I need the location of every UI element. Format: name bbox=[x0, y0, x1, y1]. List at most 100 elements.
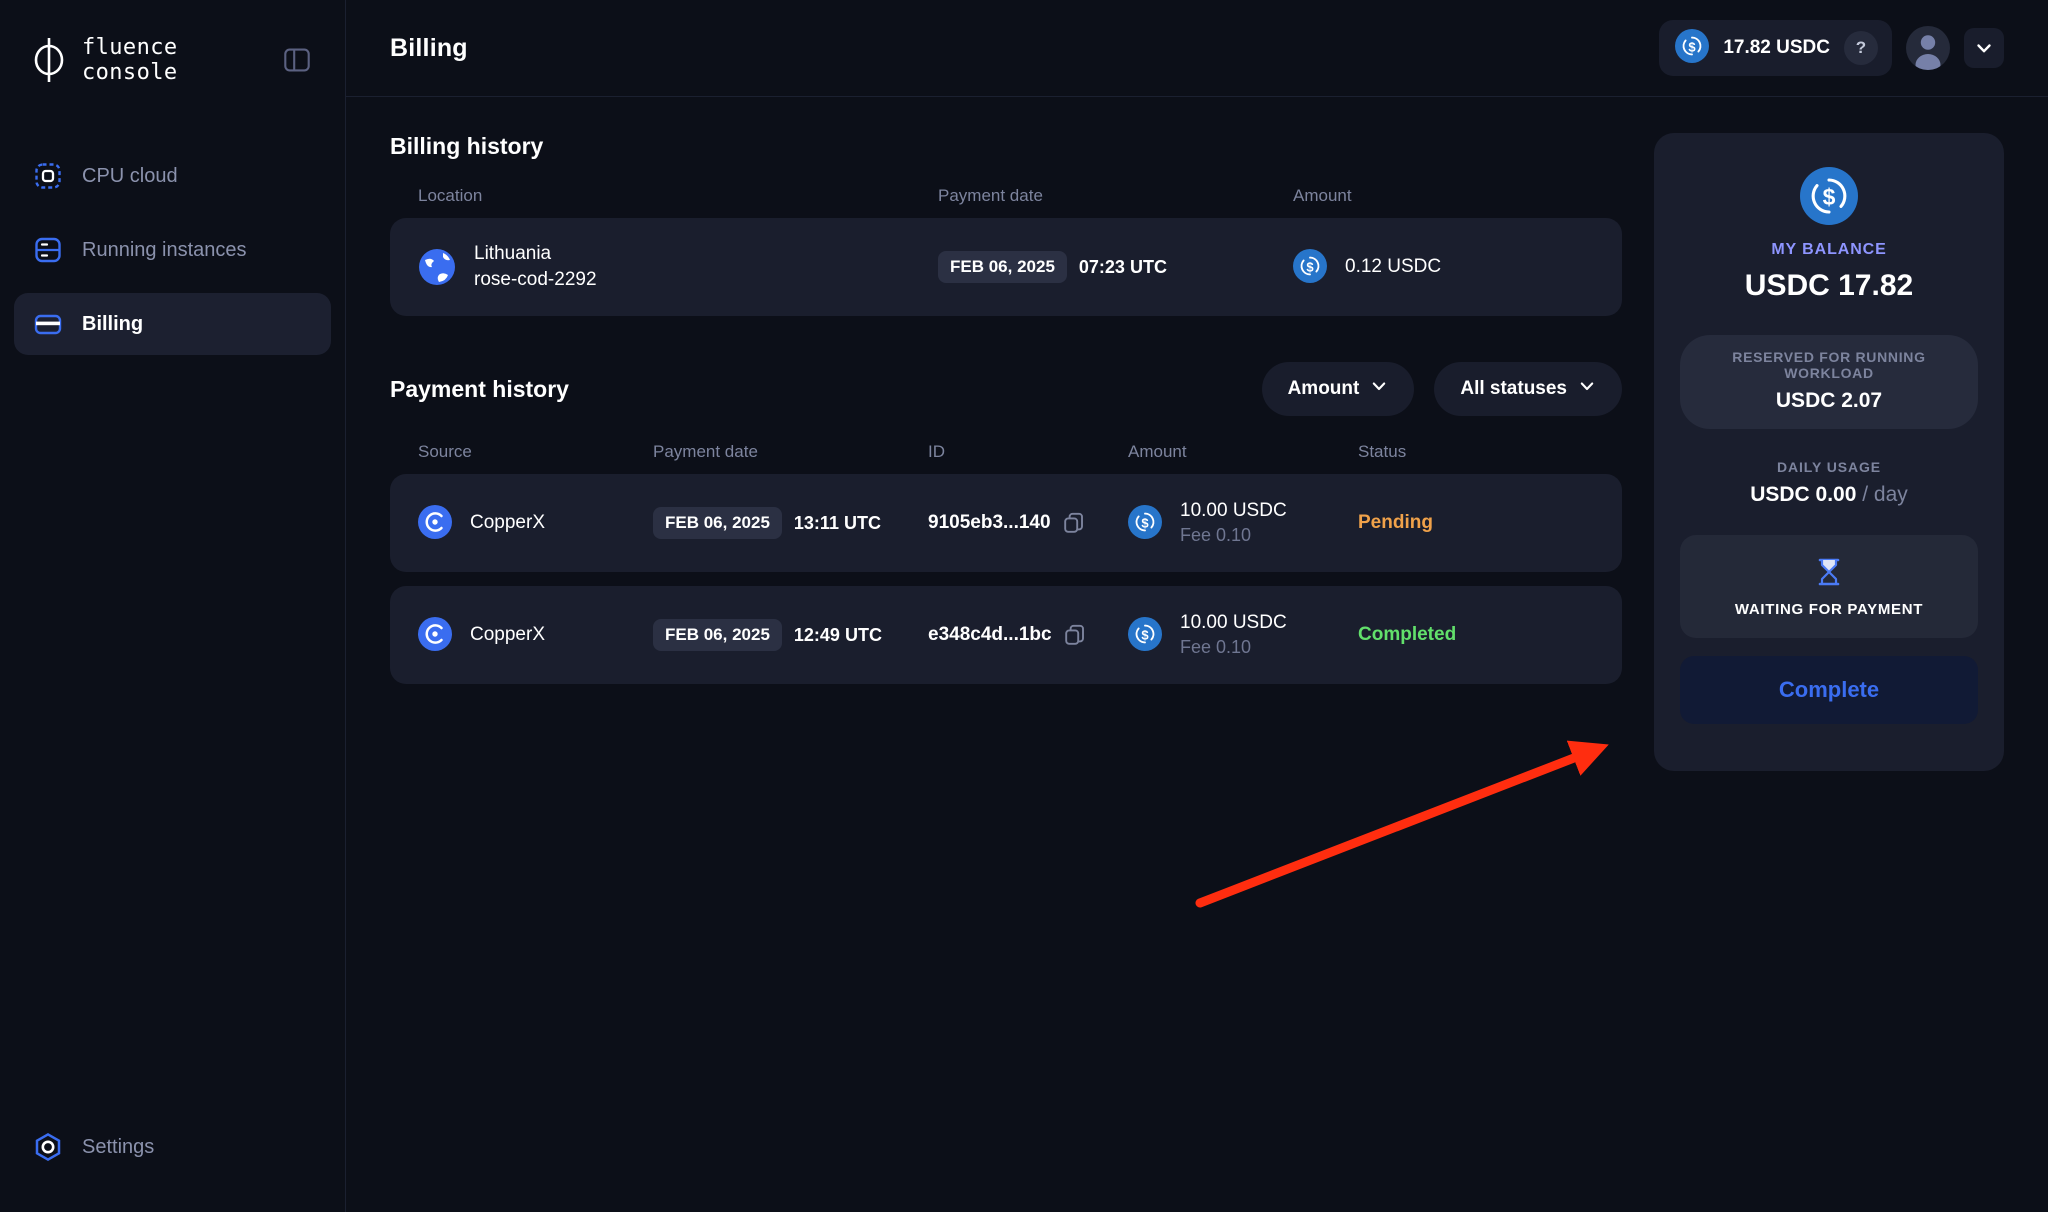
payment-id: 9105eb3...140 bbox=[928, 512, 1051, 534]
amount-stack: 10.00 USDC Fee 0.10 bbox=[1180, 612, 1287, 658]
sidebar: fluence console CPU cloud bbox=[0, 0, 346, 1212]
cpu-chip-icon bbox=[32, 160, 64, 192]
amount-text: 10.00 USDC bbox=[1180, 612, 1287, 634]
balance-pill[interactable]: $ 17.82 USDC ? bbox=[1659, 20, 1892, 76]
usdc-coin-icon: $ bbox=[1128, 505, 1164, 541]
payment-history-title: Payment history bbox=[390, 376, 569, 403]
column-header-location: Location bbox=[418, 186, 938, 206]
hourglass-icon bbox=[1814, 557, 1844, 587]
copy-icon[interactable] bbox=[1064, 624, 1086, 646]
complete-button[interactable]: Complete bbox=[1680, 656, 1978, 724]
time-text: 13:11 UTC bbox=[794, 513, 881, 534]
reserved-box: RESERVED FOR RUNNING WORKLOAD USDC 2.07 bbox=[1680, 335, 1978, 429]
payment-history-head: Payment history Amount bbox=[390, 362, 1622, 416]
cell-source: CopperX bbox=[418, 617, 653, 653]
account-chevron-down-icon[interactable] bbox=[1964, 28, 2004, 68]
copy-icon[interactable] bbox=[1063, 512, 1085, 534]
time-text: 12:49 UTC bbox=[794, 625, 882, 646]
sidebar-item-label: Billing bbox=[82, 313, 143, 336]
status-badge: Pending bbox=[1358, 512, 1433, 534]
payment-filters: Amount All statuses bbox=[1262, 362, 1622, 416]
globe-icon bbox=[418, 248, 456, 286]
filter-amount-label: Amount bbox=[1288, 378, 1360, 400]
balance-value: USDC 17.82 bbox=[1745, 269, 1913, 303]
table-row[interactable]: CopperX FEB 06, 2025 13:11 UTC 9105eb3..… bbox=[390, 474, 1622, 572]
waiting-for-payment-box: WAITING FOR PAYMENT bbox=[1680, 535, 1978, 638]
sidebar-toggle-icon[interactable] bbox=[275, 38, 319, 82]
column-header-payment-date: Payment date bbox=[938, 186, 1293, 206]
reserved-value: USDC 2.07 bbox=[1690, 389, 1968, 413]
topbar-right: $ 17.82 USDC ? bbox=[1659, 20, 2004, 76]
avatar[interactable] bbox=[1906, 26, 1950, 70]
cell-amount: $ 10.00 USDC Fee 0.10 bbox=[1128, 500, 1358, 546]
balance-panel: $ MY BALANCE USDC 17.82 RESERVED FOR RUN… bbox=[1654, 133, 2004, 771]
brand-name: fluence console bbox=[82, 35, 178, 85]
cell-id: e348c4d...1bc bbox=[928, 624, 1128, 646]
column-header-source: Source bbox=[418, 442, 653, 462]
sidebar-item-label: CPU cloud bbox=[82, 165, 178, 188]
sidebar-nav: CPU cloud Running instances bbox=[0, 145, 345, 355]
cell-source: CopperX bbox=[418, 505, 653, 541]
cell-status: Completed bbox=[1358, 624, 1594, 646]
chevron-down-icon bbox=[1370, 377, 1388, 401]
location-sub: rose-cod-2292 bbox=[474, 269, 597, 291]
date-chip: FEB 06, 2025 bbox=[938, 251, 1067, 283]
filter-amount-button[interactable]: Amount bbox=[1262, 362, 1415, 416]
svg-text:$: $ bbox=[1306, 259, 1314, 274]
date-chip: FEB 06, 2025 bbox=[653, 507, 782, 539]
page-title: Billing bbox=[390, 34, 468, 63]
sidebar-item-cpu-cloud[interactable]: CPU cloud bbox=[14, 145, 331, 207]
sidebar-item-running-instances[interactable]: Running instances bbox=[14, 219, 331, 281]
column-header-amount: Amount bbox=[1128, 442, 1358, 462]
sidebar-item-label: Running instances bbox=[82, 239, 247, 262]
credit-card-icon bbox=[32, 308, 64, 340]
cell-location: Lithuania rose-cod-2292 bbox=[418, 243, 938, 291]
usdc-coin-icon: $ bbox=[1675, 29, 1709, 68]
balance-label: MY BALANCE bbox=[1771, 241, 1886, 259]
fluence-phi-logo-icon bbox=[30, 34, 68, 86]
content: Billing history Location Payment date Am… bbox=[346, 97, 2048, 1212]
cell-payment-date: FEB 06, 2025 13:11 UTC bbox=[653, 507, 928, 539]
column-header-payment-date: Payment date bbox=[653, 442, 928, 462]
amount-text: 0.12 USDC bbox=[1345, 256, 1441, 278]
amount-stack: 10.00 USDC Fee 0.10 bbox=[1180, 500, 1287, 546]
fee-text: Fee 0.10 bbox=[1180, 637, 1287, 658]
location-text: Lithuania rose-cod-2292 bbox=[474, 243, 597, 291]
billing-history-section: Billing history Location Payment date Am… bbox=[390, 133, 1622, 316]
topbar: Billing $ 17.82 USDC ? bbox=[346, 0, 2048, 97]
amount-text: 10.00 USDC bbox=[1180, 500, 1287, 522]
usdc-coin-icon: $ bbox=[1800, 167, 1858, 225]
table-row[interactable]: Lithuania rose-cod-2292 FEB 06, 2025 07:… bbox=[390, 218, 1622, 316]
status-badge: Completed bbox=[1358, 624, 1456, 646]
filter-status-button[interactable]: All statuses bbox=[1434, 362, 1622, 416]
sidebar-bottom: Settings bbox=[14, 1116, 172, 1190]
payment-id: e348c4d...1bc bbox=[928, 624, 1052, 646]
svg-text:$: $ bbox=[1689, 39, 1697, 54]
balance-amount: 17.82 USDC bbox=[1723, 37, 1830, 59]
location-name: Lithuania bbox=[474, 243, 597, 265]
sidebar-item-label: Settings bbox=[82, 1136, 154, 1159]
usdc-coin-icon: $ bbox=[1293, 249, 1329, 285]
billing-history-title: Billing history bbox=[390, 133, 543, 160]
daily-usage-suffix: / day bbox=[1862, 483, 1908, 506]
date-chip: FEB 06, 2025 bbox=[653, 619, 782, 651]
svg-text:$: $ bbox=[1141, 627, 1149, 642]
sidebar-item-billing[interactable]: Billing bbox=[14, 293, 331, 355]
chevron-down-icon bbox=[1578, 377, 1596, 401]
daily-usage-label: DAILY USAGE bbox=[1777, 459, 1881, 475]
column-header-status: Status bbox=[1358, 442, 1594, 462]
payment-history-header-row: Source Payment date ID Amount Status bbox=[390, 442, 1622, 462]
column-header-id: ID bbox=[928, 442, 1128, 462]
time-text: 07:23 UTC bbox=[1079, 257, 1167, 278]
reserved-label: RESERVED FOR RUNNING WORKLOAD bbox=[1690, 349, 1968, 381]
table-row[interactable]: CopperX FEB 06, 2025 12:49 UTC e348c4d..… bbox=[390, 586, 1622, 684]
daily-usage-value: USDC 0.00 / day bbox=[1750, 483, 1908, 507]
payment-history-table: Source Payment date ID Amount Status bbox=[390, 442, 1622, 684]
source-name: CopperX bbox=[470, 512, 545, 534]
svg-text:$: $ bbox=[1141, 515, 1149, 530]
sidebar-item-settings[interactable]: Settings bbox=[14, 1116, 172, 1178]
fee-text: Fee 0.10 bbox=[1180, 525, 1287, 546]
waiting-label: WAITING FOR PAYMENT bbox=[1735, 601, 1923, 618]
help-icon[interactable]: ? bbox=[1844, 31, 1878, 65]
usdc-coin-icon: $ bbox=[1128, 617, 1164, 653]
